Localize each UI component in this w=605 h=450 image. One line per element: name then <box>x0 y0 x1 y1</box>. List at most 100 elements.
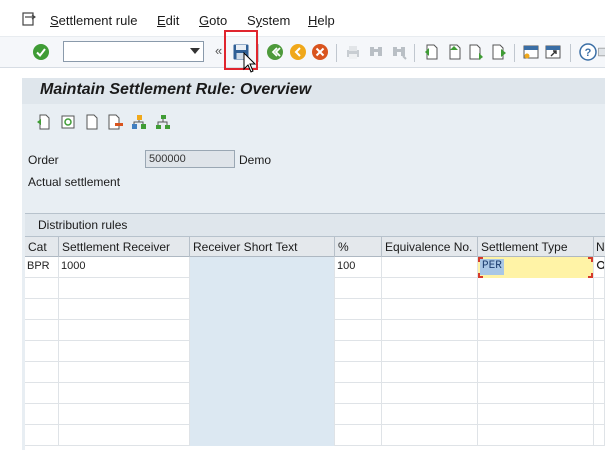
cat-cell[interactable]: BPR <box>25 257 59 278</box>
first-page-icon[interactable] <box>421 42 441 62</box>
cancel-icon[interactable] <box>310 42 330 62</box>
cat-cell[interactable] <box>25 404 59 425</box>
settlement-type-cell[interactable] <box>478 341 594 362</box>
n-cell[interactable] <box>594 383 605 404</box>
customize-layout-icon[interactable] <box>598 42 605 62</box>
menu-edit[interactable]: Edit <box>157 13 179 28</box>
n-cell[interactable] <box>594 404 605 425</box>
column-header-cat[interactable]: Cat <box>25 237 59 257</box>
n-cell[interactable] <box>594 320 605 341</box>
column-header-receiver-short-text[interactable]: Receiver Short Text <box>190 237 335 257</box>
settlement-receiver-cell[interactable] <box>59 278 190 299</box>
equivalence-no-cell[interactable] <box>382 341 478 362</box>
cat-cell[interactable] <box>25 383 59 404</box>
percent-cell[interactable] <box>335 404 382 425</box>
percent-cell[interactable] <box>335 362 382 383</box>
settlement-receiver-cell[interactable] <box>59 362 190 383</box>
settlement-receiver-cell[interactable] <box>59 425 190 446</box>
exit-icon[interactable] <box>288 42 308 62</box>
hierarchy-icon[interactable] <box>131 114 147 130</box>
cat-cell[interactable] <box>25 299 59 320</box>
details-icon[interactable] <box>60 114 76 130</box>
chevron-down-icon[interactable] <box>190 48 200 54</box>
n-cell[interactable] <box>594 362 605 383</box>
settlement-receiver-cell[interactable] <box>59 299 190 320</box>
cat-cell[interactable] <box>25 425 59 446</box>
column-header-percent[interactable]: % <box>335 237 382 257</box>
menu-help[interactable]: Help <box>308 13 335 28</box>
shortcut-icon[interactable] <box>543 42 563 62</box>
equivalence-no-cell[interactable] <box>382 425 478 446</box>
cat-cell[interactable] <box>25 341 59 362</box>
receiver-short-text-cell <box>190 257 335 278</box>
main-screen: Maintain Settlement Rule: Overview Order… <box>22 78 605 450</box>
menu-goto[interactable]: Goto <box>199 13 227 28</box>
settlement-receiver-cell[interactable] <box>59 383 190 404</box>
settlement-receiver-cell[interactable] <box>59 320 190 341</box>
equivalence-no-cell[interactable] <box>382 257 478 278</box>
cat-cell[interactable] <box>25 278 59 299</box>
last-page-icon[interactable] <box>489 42 509 62</box>
menu-system[interactable]: System <box>247 13 290 28</box>
column-header-equivalence-no[interactable]: Equivalence No. <box>382 237 478 257</box>
create-session-icon[interactable] <box>521 42 541 62</box>
settlement-type-cell[interactable] <box>478 362 594 383</box>
cat-cell[interactable] <box>25 320 59 341</box>
column-header-settlement-receiver[interactable]: Settlement Receiver <box>59 237 190 257</box>
percent-cell[interactable] <box>335 320 382 341</box>
command-history-icon[interactable]: « <box>215 43 222 58</box>
settlement-type-cell[interactable] <box>478 404 594 425</box>
n-cell[interactable] <box>594 341 605 362</box>
order-field[interactable]: 500000 <box>145 150 235 168</box>
insert-row-icon[interactable] <box>35 114 51 130</box>
equivalence-no-cell[interactable] <box>382 299 478 320</box>
percent-cell[interactable] <box>335 425 382 446</box>
settlement-type-cell[interactable]: PER <box>478 257 594 278</box>
settlement-receiver-cell[interactable]: 1000 <box>59 257 190 278</box>
settlement-type-cell[interactable] <box>478 425 594 446</box>
distribution-rules-table: Distribution rules Cat Settlement Receiv… <box>25 213 605 450</box>
settlement-type-cell[interactable] <box>478 320 594 341</box>
n-cell[interactable] <box>594 299 605 320</box>
table-row <box>25 278 605 299</box>
percent-cell[interactable] <box>335 341 382 362</box>
percent-cell[interactable]: 100 <box>335 257 382 278</box>
equivalence-no-cell[interactable] <box>382 404 478 425</box>
find-icon[interactable] <box>366 42 386 62</box>
new-entry-icon[interactable] <box>84 114 100 130</box>
next-page-icon[interactable] <box>466 42 486 62</box>
settlement-receiver-cell[interactable] <box>59 341 190 362</box>
column-header-settlement-type[interactable]: Settlement Type <box>478 237 594 257</box>
table-row <box>25 383 605 404</box>
settlement-type-cell[interactable] <box>478 278 594 299</box>
equivalence-no-cell[interactable] <box>382 278 478 299</box>
equivalence-no-cell[interactable] <box>382 320 478 341</box>
help-icon[interactable]: ? <box>578 42 598 62</box>
structure-icon[interactable] <box>155 114 171 130</box>
mouse-cursor-icon <box>243 52 257 73</box>
menu-icon[interactable] <box>22 12 36 26</box>
equivalence-no-cell[interactable] <box>382 383 478 404</box>
print-icon[interactable] <box>343 42 363 62</box>
percent-cell[interactable] <box>335 383 382 404</box>
equivalence-no-cell[interactable] <box>382 362 478 383</box>
enter-icon[interactable] <box>31 42 51 62</box>
settlement-type-cell[interactable] <box>478 383 594 404</box>
find-next-icon[interactable] <box>389 42 409 62</box>
n-cell[interactable] <box>594 257 605 278</box>
settlement-type-cell[interactable] <box>478 299 594 320</box>
settlement-type-value[interactable]: PER <box>480 259 504 275</box>
menu-settlement-rule[interactable]: Settlement rule <box>50 13 137 28</box>
column-header-n[interactable]: N <box>594 237 605 257</box>
previous-page-icon[interactable] <box>444 42 464 62</box>
settlement-receiver-cell[interactable] <box>59 404 190 425</box>
search-help-icon[interactable] <box>596 260 605 272</box>
n-cell[interactable] <box>594 278 605 299</box>
command-field[interactable] <box>63 41 204 62</box>
cat-cell[interactable] <box>25 362 59 383</box>
back-icon[interactable] <box>265 42 285 62</box>
percent-cell[interactable] <box>335 299 382 320</box>
delete-row-icon[interactable] <box>107 114 123 130</box>
percent-cell[interactable] <box>335 278 382 299</box>
n-cell[interactable] <box>594 425 605 446</box>
